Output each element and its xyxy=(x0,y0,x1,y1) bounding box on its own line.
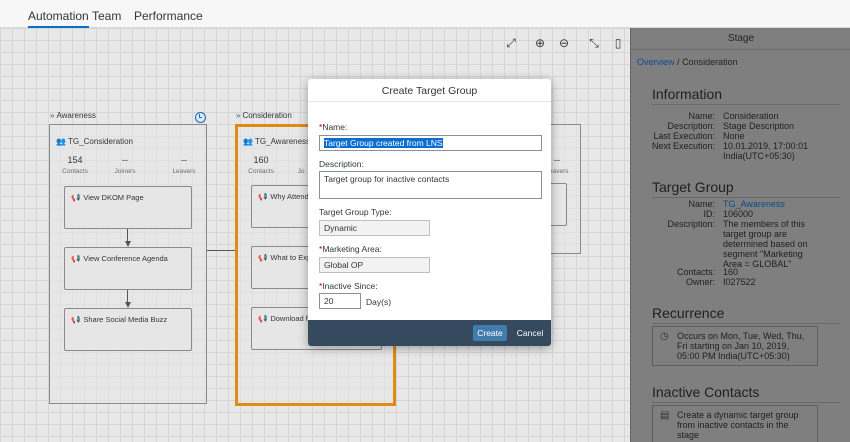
divider xyxy=(652,197,840,198)
action-node[interactable]: 📢 View DKOM Page xyxy=(64,186,192,229)
marketing-area-field[interactable]: Global OP xyxy=(319,257,430,273)
tab-automation[interactable]: Automation xyxy=(28,0,89,28)
stat-contacts: 154 Contacts xyxy=(62,155,88,175)
inactive-contacts-title: Inactive Contacts xyxy=(652,384,760,400)
dialog-title: Create Target Group xyxy=(308,79,551,102)
description-label: Description: xyxy=(319,159,364,169)
tab-performance[interactable]: Performance xyxy=(134,0,203,28)
panel-title: Stage xyxy=(631,28,850,50)
tg-value: 160 xyxy=(723,267,739,277)
stat-leavers: -- Leavers xyxy=(172,155,196,175)
stage-chevron-icon: » xyxy=(236,111,241,120)
divider xyxy=(652,323,840,324)
clock-icon: ◷ xyxy=(660,331,669,342)
tg-value: I027522 xyxy=(723,277,756,287)
name-field[interactable]: Target Group created from LNS xyxy=(319,135,542,151)
info-label: Name: xyxy=(688,111,715,121)
tg-value: The members of this target group are det… xyxy=(723,219,808,269)
dialog-footer: Create Cancel xyxy=(308,320,551,346)
group-icon: 👥 xyxy=(56,137,66,146)
info-label: Description: xyxy=(667,121,715,131)
divider xyxy=(652,402,840,403)
name-label: *Name: xyxy=(319,122,348,132)
tab-team[interactable]: Team xyxy=(92,0,121,28)
target-group-title: Target Group xyxy=(652,179,734,195)
cancel-button[interactable]: Cancel xyxy=(516,325,544,341)
stage-header-consideration[interactable]: » Consideration xyxy=(236,109,292,123)
description-field[interactable]: Target group for inactive contacts xyxy=(319,171,542,199)
stage-name: Consideration xyxy=(242,111,292,120)
stage-details-panel: Stage Overview / Consideration Informati… xyxy=(630,28,850,442)
list-icon: ▤ xyxy=(660,410,670,421)
create-target-group-dialog: Create Target Group *Name: Target Group … xyxy=(308,79,551,346)
create-button[interactable]: Create xyxy=(473,325,507,341)
zoom-in-icon[interactable]: ⊕ xyxy=(533,36,547,50)
target-group-title: 👥 TG_Awareness xyxy=(243,137,311,146)
target-group-link[interactable]: TG_Awareness xyxy=(723,199,785,209)
stage-chevron-icon: » xyxy=(50,111,55,120)
megaphone-icon: 📢 xyxy=(258,314,268,323)
info-value: Consideration xyxy=(723,111,779,121)
inactive-since-input[interactable]: 20 xyxy=(319,293,361,309)
target-group-type-field[interactable]: Dynamic xyxy=(319,220,430,236)
info-value: None xyxy=(723,131,745,141)
inactive-unit-label: Day(s) xyxy=(366,297,392,307)
stage-header-awareness[interactable]: » Awareness xyxy=(50,109,96,123)
recurrence-card[interactable]: ◷ Occurs on Mon, Tue, Wed, Thu, Fri star… xyxy=(652,326,818,366)
breadcrumb-overview-link[interactable]: Overview xyxy=(637,57,675,67)
tg-value: 106000 xyxy=(723,209,754,219)
breadcrumb: Overview / Consideration xyxy=(637,57,738,67)
marketing-area-label: *Marketing Area: xyxy=(319,244,382,254)
group-icon: 👥 xyxy=(243,137,253,146)
information-title: Information xyxy=(652,86,723,102)
megaphone-icon: 📢 xyxy=(71,193,81,202)
target-group-title: 👥 TG_Consideration xyxy=(56,137,133,146)
megaphone-icon: 📢 xyxy=(71,254,81,263)
side-panel-icon[interactable]: ▯ xyxy=(611,36,625,50)
zoom-out-icon[interactable]: ⊖ xyxy=(557,36,571,50)
megaphone-icon: 📢 xyxy=(258,192,268,201)
inactive-contacts-card[interactable]: ▤ Create a dynamic target group from ina… xyxy=(652,405,818,442)
megaphone-icon: 📢 xyxy=(258,253,268,262)
stat-contacts: 160 Contacts xyxy=(248,155,274,175)
info-value: 10.01.2019, 17:00:01 India(UTC+05:30) xyxy=(723,141,809,161)
tg-label: Owner: xyxy=(685,277,715,287)
inactive-since-label: *Inactive Since: xyxy=(319,281,378,291)
tg-label: Name: xyxy=(688,199,715,209)
info-value: Stage Description xyxy=(723,121,795,131)
stage-link-line xyxy=(207,250,236,251)
tg-label: Description: xyxy=(667,219,715,229)
info-label: Last Execution: xyxy=(653,131,715,141)
schedule-clock-icon[interactable] xyxy=(195,112,206,123)
stat-joiners: -- Joiners xyxy=(114,155,136,175)
recurrence-title: Recurrence xyxy=(652,305,725,321)
tg-name-value: TG_Awareness xyxy=(723,199,841,209)
action-node[interactable]: 📢 View Conference Agenda xyxy=(64,247,192,290)
target-group-type-label: Target Group Type: xyxy=(319,207,392,217)
stage-name: Awareness xyxy=(56,111,96,120)
target-group-box[interactable]: 👥 TG_Consideration 154 Contacts -- Joine… xyxy=(49,124,207,404)
tg-label: Contacts: xyxy=(676,267,715,277)
action-node[interactable]: 📢 Share Social Media Buzz xyxy=(64,308,192,351)
divider xyxy=(652,104,840,105)
top-tab-bar: Automation Team Performance xyxy=(0,0,850,28)
fit-to-screen-icon[interactable]: ⤢ xyxy=(504,36,518,50)
collapse-icon[interactable]: ⤡ xyxy=(587,36,601,50)
tg-label: ID: xyxy=(703,209,715,219)
megaphone-icon: 📢 xyxy=(71,315,81,324)
info-label: Next Execution: xyxy=(651,141,715,151)
